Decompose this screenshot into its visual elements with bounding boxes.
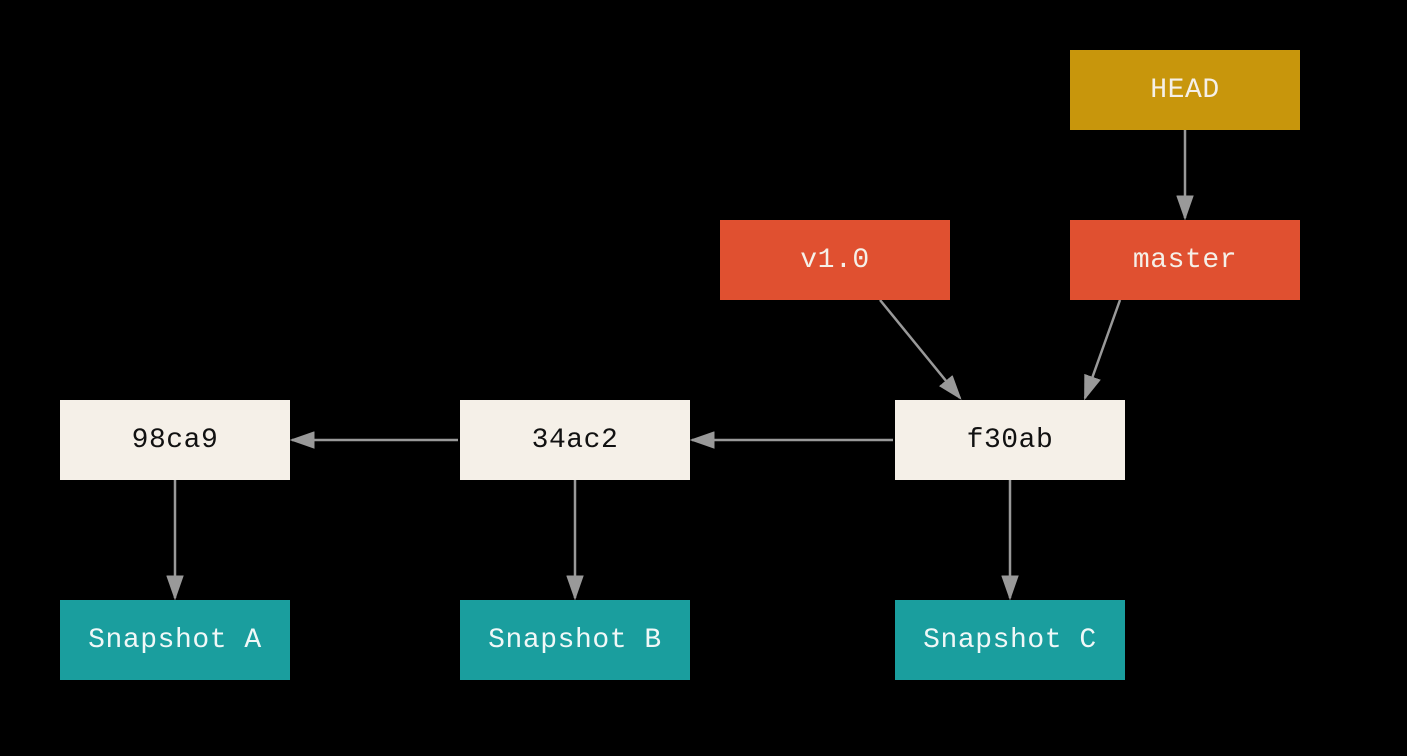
head-label: HEAD [1150,75,1219,106]
diagram: HEAD master v1.0 f30ab 34ac2 98ca9 Snaps… [0,0,1407,756]
v1-0-node: v1.0 [720,220,950,300]
master-node: master [1070,220,1300,300]
snapshot-b-label: Snapshot B [488,625,662,656]
snapshot-b-node: Snapshot B [460,600,690,680]
f30ab-node: f30ab [895,400,1125,480]
f30ab-label: f30ab [967,425,1054,456]
34ac2-label: 34ac2 [532,425,619,456]
snapshot-c-node: Snapshot C [895,600,1125,680]
head-node: HEAD [1070,50,1300,130]
snapshot-a-node: Snapshot A [60,600,290,680]
v1-0-label: v1.0 [800,245,869,276]
98ca9-label: 98ca9 [132,425,219,456]
34ac2-node: 34ac2 [460,400,690,480]
master-label: master [1133,245,1237,276]
snapshot-a-label: Snapshot A [88,625,262,656]
98ca9-node: 98ca9 [60,400,290,480]
snapshot-c-label: Snapshot C [923,625,1097,656]
